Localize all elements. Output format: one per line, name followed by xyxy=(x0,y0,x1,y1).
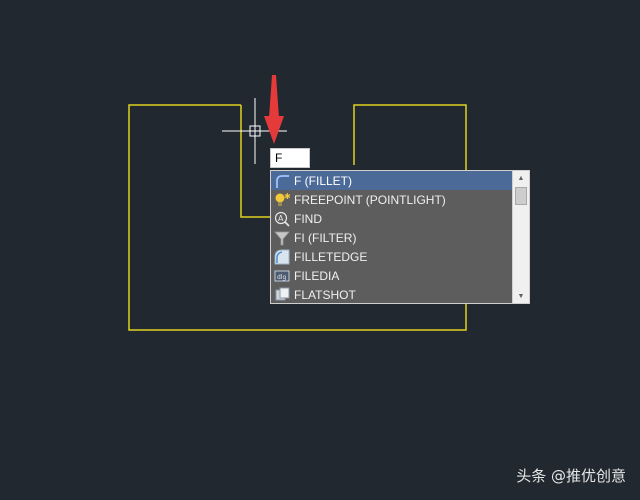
filedia-icon: dlg xyxy=(274,268,290,284)
autocomplete-item[interactable]: A FIND xyxy=(271,209,512,228)
autocomplete-item-label: FILEDIA xyxy=(294,268,340,283)
svg-text:A: A xyxy=(278,214,284,223)
autocomplete-item[interactable]: ✱ FREEPOINT (POINTLIGHT) xyxy=(271,190,512,209)
command-autocomplete-list[interactable]: F (FILLET) ✱ FREEPOINT (POINTLIGHT) A FIND FI… xyxy=(270,170,530,304)
autocomplete-items: F (FILLET) ✱ FREEPOINT (POINTLIGHT) A FIND FI… xyxy=(271,171,512,303)
autocomplete-item-label: FREEPOINT (POINTLIGHT) xyxy=(294,192,446,207)
scroll-up-icon[interactable]: ▲ xyxy=(513,171,529,185)
filter-icon xyxy=(274,230,290,246)
autocomplete-item-label: FLATSHOT xyxy=(294,287,356,302)
autocomplete-item[interactable]: FI (FILTER) xyxy=(271,228,512,247)
autocomplete-item-label: FILLETEDGE xyxy=(294,249,368,264)
autocomplete-item-label: FIND xyxy=(294,211,322,226)
command-input[interactable]: F xyxy=(270,148,310,168)
autocomplete-item-label: FI (FILTER) xyxy=(294,230,357,245)
autocomplete-scrollbar[interactable]: ▲ ▼ xyxy=(512,171,529,303)
find-icon: A xyxy=(274,211,290,227)
filletedge-icon xyxy=(274,249,290,265)
svg-text:✱: ✱ xyxy=(284,192,290,201)
flatshot-icon xyxy=(274,287,290,303)
scroll-down-icon[interactable]: ▼ xyxy=(513,289,529,303)
fillet-icon xyxy=(274,173,290,189)
autocomplete-item[interactable]: F (FILLET) xyxy=(271,171,512,190)
autocomplete-item[interactable]: FLATSHOT xyxy=(271,285,512,304)
scroll-thumb[interactable] xyxy=(515,187,527,205)
watermark-text: 头条 @推优创意 xyxy=(516,467,626,485)
pointlight-icon: ✱ xyxy=(274,192,290,208)
autocomplete-item[interactable]: dlg FILEDIA xyxy=(271,266,512,285)
autocomplete-item-label: F (FILLET) xyxy=(294,173,353,188)
svg-text:dlg: dlg xyxy=(277,274,286,281)
autocomplete-item[interactable]: FILLETEDGE xyxy=(271,247,512,266)
red-arrow-icon xyxy=(264,75,284,144)
